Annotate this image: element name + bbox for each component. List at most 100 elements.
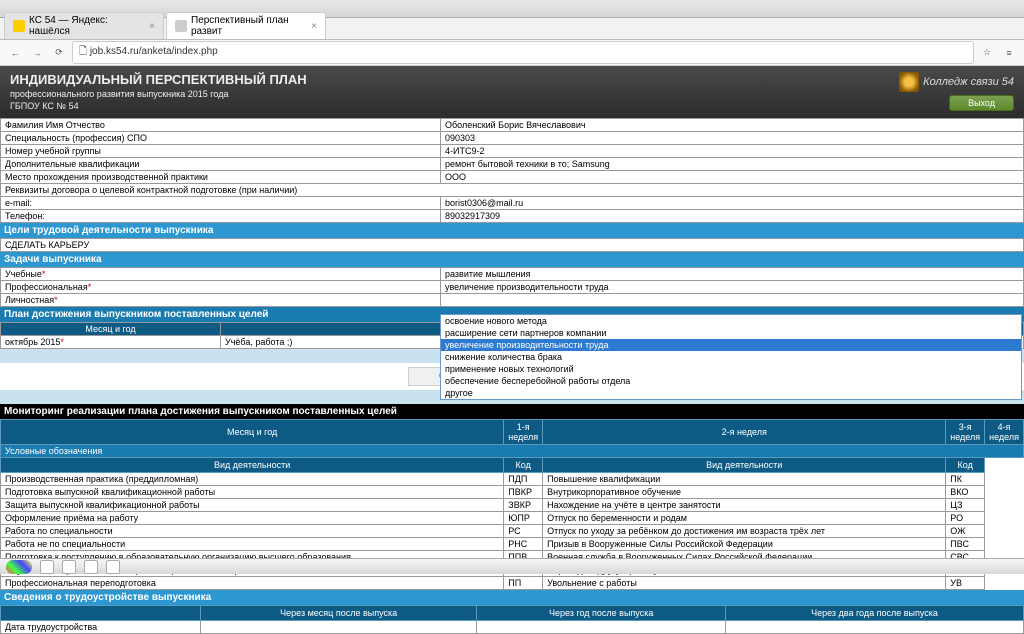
- code-name: Оформление приёма на работу: [1, 512, 504, 525]
- code-name: Призыв в Вооруженные Силы Российской Фед…: [543, 538, 946, 551]
- code-name: Отпуск по уходу за ребёнком до достижени…: [543, 525, 946, 538]
- code-name: Увольнение с работы: [543, 577, 946, 590]
- employ-c1: Через месяц после выпуска: [201, 606, 477, 621]
- reload-icon[interactable]: ⟳: [50, 44, 68, 62]
- code-val: ПК: [946, 473, 985, 486]
- url-input[interactable]: 🗋 job.ks54.ru/anketa/index.php: [72, 41, 974, 64]
- value-fio[interactable]: Оболенский Борис Вячеславович: [441, 119, 1024, 132]
- tab-plan[interactable]: Перспективный план развит ×: [166, 12, 326, 39]
- code-name: Подготовка выпускной квалификационной ра…: [1, 486, 504, 499]
- page-subtitle: профессионального развития выпускника 20…: [10, 89, 307, 101]
- start-button[interactable]: [6, 560, 32, 574]
- personal-info-table: Фамилия Имя ОтчествоОболенский Борис Вяч…: [0, 118, 1024, 223]
- mon-col-w2: 2-я неделя: [543, 420, 946, 445]
- value-task-edu[interactable]: развитие мышления: [441, 268, 1024, 281]
- code-val: ЮПР: [504, 512, 543, 525]
- mon-col-w3: 3-я неделя: [946, 420, 985, 445]
- value-spec[interactable]: 090303: [441, 132, 1024, 145]
- dropdown-option[interactable]: другое: [441, 387, 1021, 399]
- page-header: ИНДИВИДУАЛЬНЫЙ ПЕРСПЕКТИВНЫЙ ПЛАН профес…: [0, 66, 1024, 118]
- value-email[interactable]: borist0306@mail.ru: [441, 197, 1024, 210]
- back-icon[interactable]: ←: [6, 44, 24, 62]
- favicon: [13, 20, 25, 32]
- menu-icon[interactable]: ≡: [1000, 44, 1018, 62]
- label-task-pers: Личностная*: [1, 294, 441, 307]
- tab-label: Перспективный план развит: [191, 15, 305, 37]
- mon-act-l: Вид деятельности: [1, 458, 504, 473]
- value-task-prof[interactable]: увеличение производительности труда: [441, 281, 1024, 294]
- tab-strip: КС 54 — Яндекс: нашёлся × Перспективный п…: [0, 18, 1024, 40]
- code-name: Производственная практика (преддипломная…: [1, 473, 504, 486]
- section-tasks: Задачи выпускника: [0, 252, 1024, 267]
- star-icon[interactable]: ☆: [978, 44, 996, 62]
- code-name: Работа не по специальности: [1, 538, 504, 551]
- tab-yandex[interactable]: КС 54 — Яндекс: нашёлся ×: [4, 12, 164, 39]
- logo-icon: [899, 72, 919, 92]
- dropdown-option[interactable]: расширение сети партнеров компании: [441, 327, 1021, 339]
- code-val: РНС: [504, 538, 543, 551]
- dropdown-prof-task[interactable]: освоение нового метода расширение сети п…: [440, 314, 1022, 400]
- taskbar-item[interactable]: [62, 560, 76, 574]
- section-monitoring: Мониторинг реализации плана достижения в…: [0, 404, 1024, 419]
- label-group: Номер учебной группы: [1, 145, 441, 158]
- mon-col-w1: 1-я неделя: [504, 420, 543, 445]
- plan-month[interactable]: октябрь 2015*: [1, 336, 221, 349]
- mon-col-w4: 4-я неделя: [985, 420, 1024, 445]
- employ-c2: Через год после выпуска: [477, 606, 726, 621]
- value-group[interactable]: 4-ИТС9-2: [441, 145, 1024, 158]
- employ-row-label: Дата трудоустройства: [1, 621, 201, 634]
- dropdown-option[interactable]: увеличение производительности труда: [441, 339, 1021, 351]
- code-val: ПДП: [504, 473, 543, 486]
- mon-code-r: Код: [946, 458, 985, 473]
- label-task-edu: Учебные*: [1, 268, 441, 281]
- label-fio: Фамилия Имя Отчество: [1, 119, 441, 132]
- code-val: УВ: [946, 577, 985, 590]
- value-pract[interactable]: ООО: [441, 171, 1024, 184]
- code-val: ПВКР: [504, 486, 543, 499]
- logo: Колледж связи 54: [899, 72, 1014, 92]
- logo-text: Колледж связи 54: [923, 76, 1014, 88]
- close-icon[interactable]: ×: [149, 21, 155, 32]
- dropdown-option[interactable]: обеспечение бесперебойной работы отдела: [441, 375, 1021, 387]
- taskbar[interactable]: [0, 558, 1024, 574]
- label-pract: Место прохождения производственной практ…: [1, 171, 441, 184]
- dropdown-option[interactable]: применение новых технологий: [441, 363, 1021, 375]
- code-name: Повышение квалификации: [543, 473, 946, 486]
- code-val: ЗВКР: [504, 499, 543, 512]
- page-title: ИНДИВИДУАЛЬНЫЙ ПЕРСПЕКТИВНЫЙ ПЛАН: [10, 72, 307, 89]
- col-month: Месяц и год: [1, 323, 221, 336]
- label-qual: Дополнительные квалификации: [1, 158, 441, 171]
- code-val: РС: [504, 525, 543, 538]
- close-icon[interactable]: ×: [311, 21, 317, 32]
- tab-label: КС 54 — Яндекс: нашёлся: [29, 15, 143, 37]
- url-bar: ← → ⟳ 🗋 job.ks54.ru/anketa/index.php ☆ ≡: [0, 40, 1024, 66]
- goals-value[interactable]: СДЕЛАТЬ КАРЬЕРУ: [1, 239, 1024, 252]
- mon-cond: Условные обозначения: [1, 445, 1024, 458]
- value-qual[interactable]: ремонт бытовой техники в то; Samsung: [441, 158, 1024, 171]
- value-tel[interactable]: 89032917309: [441, 210, 1024, 223]
- code-val: ВКО: [946, 486, 985, 499]
- code-val: РО: [946, 512, 985, 525]
- code-val: ЦЗ: [946, 499, 985, 512]
- taskbar-item[interactable]: [40, 560, 54, 574]
- employ-c3: Через два года после выпуска: [726, 606, 1024, 621]
- favicon: [175, 20, 187, 32]
- code-name: Профессиональная переподготовка: [1, 577, 504, 590]
- section-goals: Цели трудовой деятельности выпускника: [0, 223, 1024, 238]
- code-name: Работа по специальности: [1, 525, 504, 538]
- mon-act-r: Вид деятельности: [543, 458, 946, 473]
- code-val: ОЖ: [946, 525, 985, 538]
- label-spec: Специальность (профессия) СПО: [1, 132, 441, 145]
- mon-col-month: Месяц и год: [1, 420, 504, 445]
- forward-icon[interactable]: →: [28, 44, 46, 62]
- code-name: Нахождение на учёте в центре занятости: [543, 499, 946, 512]
- dropdown-option[interactable]: снижение количества брака: [441, 351, 1021, 363]
- page-org: ГБПОУ КС № 54: [10, 101, 307, 113]
- dropdown-option[interactable]: освоение нового метода: [441, 315, 1021, 327]
- taskbar-item[interactable]: [84, 560, 98, 574]
- taskbar-item[interactable]: [106, 560, 120, 574]
- section-employ: Сведения о трудоустройстве выпускника: [0, 590, 1024, 605]
- exit-button[interactable]: Выход: [949, 95, 1014, 111]
- label-email: e-mail:: [1, 197, 441, 210]
- value-task-pers[interactable]: [441, 294, 1024, 307]
